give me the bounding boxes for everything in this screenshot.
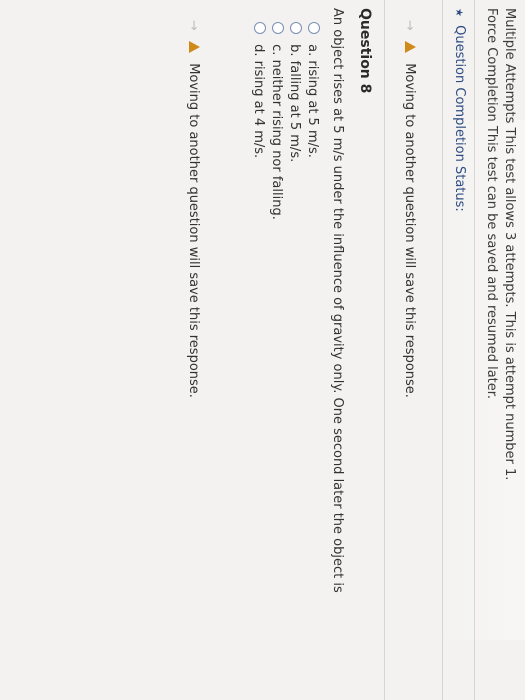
expand-icon: ★: [453, 8, 464, 17]
attempts-info: Multiple Attempts This test allows 3 att…: [502, 8, 517, 481]
warning-icon: [405, 41, 416, 54]
radio-button[interactable]: [254, 22, 266, 34]
answer-option-a[interactable]: a. rising at 5 m/s.: [305, 22, 320, 158]
option-letter: d.: [251, 44, 266, 57]
option-letter: b.: [287, 44, 302, 57]
save-notice-text: Moving to another question will save thi…: [402, 63, 417, 398]
save-notice: → Moving to another question will save t…: [402, 20, 417, 398]
option-letter: c.: [269, 44, 284, 56]
question-completion-status-toggle[interactable]: ★ Question Completion Status:: [452, 8, 467, 212]
radio-button[interactable]: [272, 22, 284, 34]
question-title: Question 8: [357, 8, 373, 94]
option-letter: a.: [305, 44, 320, 57]
option-text: rising at 5 m/s.: [305, 60, 320, 158]
answer-option-d[interactable]: d. rising at 4 m/s.: [251, 22, 266, 158]
save-notice-bottom: → Moving to another question will save t…: [186, 20, 201, 398]
question-text: An object rises at 5 m/s under the influ…: [330, 8, 345, 593]
divider: [442, 0, 443, 700]
radio-button[interactable]: [308, 22, 320, 34]
test-page: Multiple Attempts This test allows 3 att…: [0, 0, 525, 700]
save-notice-bottom-text: Moving to another question will save thi…: [186, 63, 201, 398]
option-text: falling at 5 m/s.: [287, 60, 302, 163]
divider: [384, 0, 385, 700]
divider: [474, 0, 475, 700]
answer-option-b[interactable]: b. falling at 5 m/s.: [287, 22, 302, 162]
option-text: neither rising nor falling.: [269, 59, 284, 220]
arrow-icon: →: [402, 20, 417, 31]
warning-icon: [189, 41, 200, 54]
completion-info: Force Completion This test can be saved …: [484, 8, 499, 400]
arrow-icon: →: [186, 20, 201, 31]
radio-button[interactable]: [290, 22, 302, 34]
option-text: rising at 4 m/s.: [251, 60, 266, 159]
answer-option-c[interactable]: c. neither rising nor falling.: [269, 22, 284, 220]
status-label: Question Completion Status:: [452, 25, 467, 212]
